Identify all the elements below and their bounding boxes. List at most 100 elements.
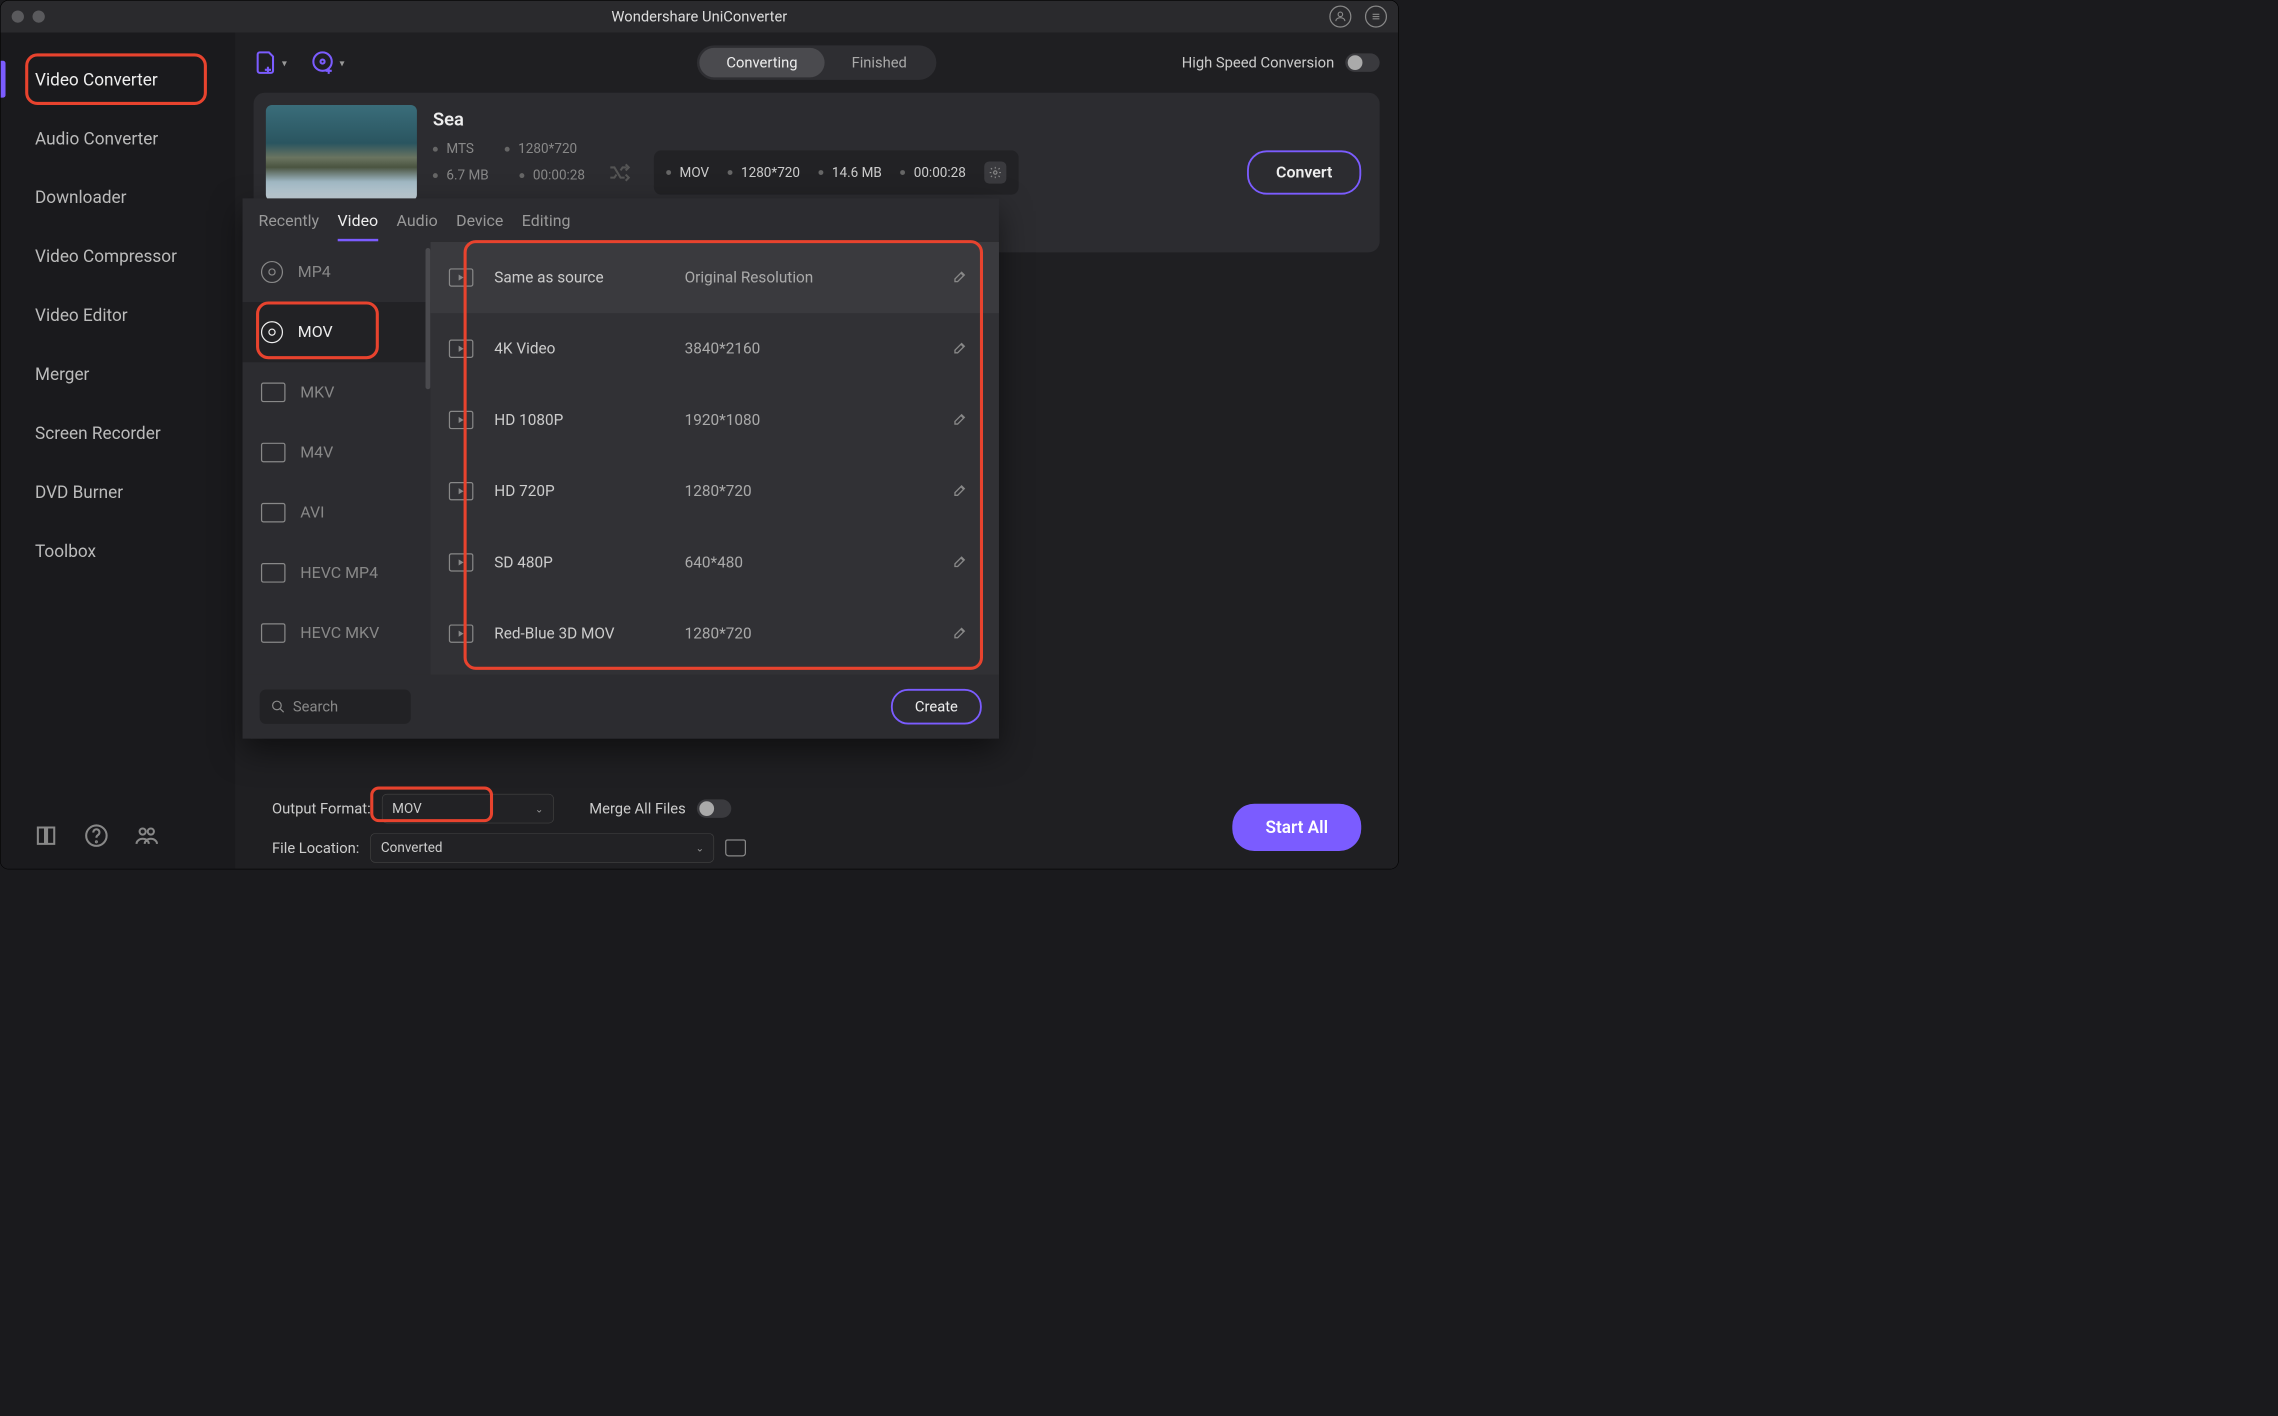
add-file-button[interactable]: ▾: [254, 50, 287, 75]
sidebar-item-video-converter[interactable]: Video Converter: [1, 50, 236, 109]
chevron-down-icon: ⌄: [696, 842, 704, 854]
high-speed-toggle[interactable]: [1345, 53, 1379, 71]
create-button[interactable]: Create: [891, 689, 982, 725]
output-format-label: Output Format:: [272, 800, 371, 817]
menu-icon[interactable]: [1365, 6, 1387, 28]
dst-resolution: 1280*720: [741, 165, 800, 180]
resolution-name: HD 720P: [494, 482, 684, 500]
search-placeholder: Search: [293, 698, 338, 715]
format-option-avi[interactable]: AVI: [243, 483, 431, 543]
edit-icon[interactable]: [952, 411, 970, 429]
edit-icon[interactable]: [952, 624, 970, 642]
format-label: MKV: [300, 383, 334, 401]
resolution-option[interactable]: HD 1080P1920*1080: [430, 384, 999, 455]
resolution-name: SD 480P: [494, 554, 684, 572]
chevron-down-icon: ⌄: [535, 803, 543, 815]
format-option-mov[interactable]: MOV: [243, 302, 431, 362]
sidebar: Video ConverterAudio ConverterDownloader…: [1, 33, 236, 869]
disc-icon: [261, 261, 283, 283]
account-icon[interactable]: [1329, 6, 1351, 28]
chevron-down-icon: ▾: [282, 57, 287, 69]
format-option-mp4[interactable]: MP4: [243, 242, 431, 302]
sidebar-item-audio-converter[interactable]: Audio Converter: [1, 109, 236, 168]
sidebar-item-downloader[interactable]: Downloader: [1, 168, 236, 227]
edit-icon[interactable]: [952, 340, 970, 358]
file-location-value: Converted: [381, 840, 443, 855]
sidebar-item-screen-recorder[interactable]: Screen Recorder: [1, 403, 236, 462]
resolution-option[interactable]: Same as sourceOriginal Resolution: [430, 242, 999, 313]
container-icon: [261, 503, 286, 523]
chevron-down-icon: ▾: [340, 57, 345, 69]
video-icon: [449, 482, 474, 500]
dst-format: MOV: [680, 165, 710, 180]
resolution-list: Same as sourceOriginal Resolution4K Vide…: [430, 242, 999, 675]
gear-icon[interactable]: [984, 161, 1006, 183]
format-label: M4V: [300, 443, 333, 461]
disc-icon: [261, 321, 283, 343]
minimize-window-icon[interactable]: [33, 10, 45, 22]
format-option-mkv[interactable]: MKV: [243, 362, 431, 422]
video-icon: [449, 268, 474, 286]
format-option-hevc-mkv[interactable]: HEVC MKV: [243, 603, 431, 663]
resolution-value: 640*480: [685, 554, 953, 572]
resolution-option[interactable]: 4K Video3840*2160: [430, 313, 999, 384]
titlebar: Wondershare UniConverter: [1, 1, 1398, 33]
resolution-value: 1920*1080: [685, 411, 953, 429]
tab-converting[interactable]: Converting: [699, 48, 824, 77]
container-icon: [261, 563, 286, 583]
manual-icon[interactable]: [34, 823, 59, 848]
dropdown-tab-device[interactable]: Device: [456, 212, 503, 241]
tab-finished[interactable]: Finished: [825, 48, 934, 77]
resolution-name: 4K Video: [494, 340, 684, 358]
sidebar-item-video-editor[interactable]: Video Editor: [1, 286, 236, 345]
file-name: Sea: [433, 109, 585, 130]
output-format-select[interactable]: MOV ⌄: [382, 794, 554, 823]
src-format: MTS: [446, 141, 474, 156]
resolution-name: Same as source: [494, 269, 684, 287]
open-folder-icon[interactable]: [725, 839, 746, 856]
resolution-value: 1280*720: [685, 625, 953, 643]
app-title: Wondershare UniConverter: [611, 8, 787, 25]
sidebar-item-merger[interactable]: Merger: [1, 344, 236, 403]
video-icon: [449, 340, 474, 358]
search-icon: [271, 699, 286, 714]
shuffle-icon: [607, 160, 632, 185]
dropdown-tab-recently[interactable]: Recently: [258, 212, 319, 241]
dst-duration: 00:00:28: [914, 165, 966, 180]
start-all-button[interactable]: Start All: [1232, 804, 1361, 851]
search-input[interactable]: Search: [260, 690, 411, 724]
convert-button[interactable]: Convert: [1247, 150, 1361, 194]
output-format-value: MOV: [392, 801, 422, 816]
edit-icon[interactable]: [952, 553, 970, 571]
format-label: HEVC MKV: [300, 624, 379, 642]
add-dvd-button[interactable]: ▾: [311, 50, 344, 75]
status-segment: ConvertingFinished: [697, 45, 936, 79]
format-option-m4v[interactable]: M4V: [243, 422, 431, 482]
dropdown-tab-audio[interactable]: Audio: [397, 212, 438, 241]
main-panel: ▾ ▾ ConvertingFinished High Speed Conver…: [235, 33, 1398, 869]
format-list: MP4MOV MKV M4V AVIHEVC MP4 HEVC MKV: [243, 242, 431, 675]
file-location-select[interactable]: Converted ⌄: [370, 833, 714, 862]
edit-icon[interactable]: [952, 268, 970, 286]
resolution-name: Red-Blue 3D MOV: [494, 625, 684, 643]
resolution-option[interactable]: HD 720P1280*720: [430, 456, 999, 527]
sidebar-item-toolbox[interactable]: Toolbox: [1, 521, 236, 580]
resolution-value: 3840*2160: [685, 340, 953, 358]
merge-toggle[interactable]: [697, 799, 731, 817]
sidebar-item-dvd-burner[interactable]: DVD Burner: [1, 462, 236, 521]
dropdown-tab-editing[interactable]: Editing: [522, 212, 571, 241]
format-option-hevc-mp4[interactable]: HEVC MP4: [243, 543, 431, 603]
window-controls: [12, 10, 45, 22]
community-icon[interactable]: [134, 823, 159, 848]
edit-icon[interactable]: [952, 482, 970, 500]
sidebar-item-video-compressor[interactable]: Video Compressor: [1, 227, 236, 286]
video-icon: [449, 411, 474, 429]
container-icon: [261, 623, 286, 643]
help-icon[interactable]: [84, 823, 109, 848]
close-window-icon[interactable]: [12, 10, 24, 22]
resolution-option[interactable]: Red-Blue 3D MOV1280*720: [430, 598, 999, 669]
output-settings-pill[interactable]: MOV 1280*720 14.6 MB 00:00:28: [654, 150, 1019, 194]
resolution-option[interactable]: SD 480P640*480: [430, 527, 999, 598]
dropdown-tab-video[interactable]: Video: [338, 212, 379, 241]
video-thumbnail[interactable]: [266, 105, 417, 201]
